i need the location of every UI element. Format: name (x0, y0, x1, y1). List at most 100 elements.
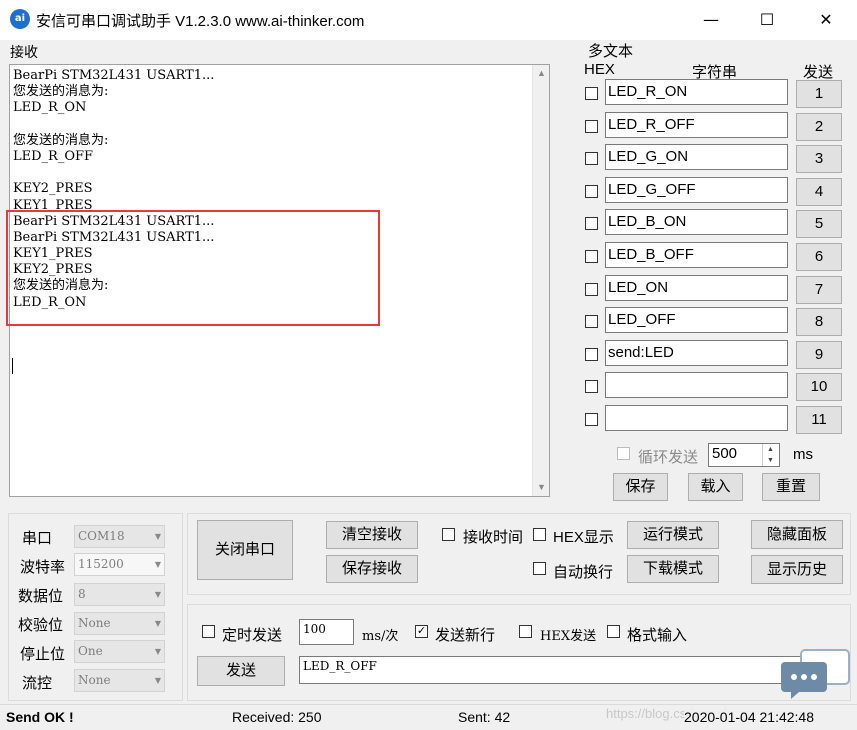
auto-wrap-checkbox[interactable] (533, 562, 546, 575)
received-count: Received: 250 (232, 709, 322, 725)
multi-string-input[interactable]: LED_OFF (605, 307, 788, 334)
scroll-down-icon[interactable]: ▼ (533, 479, 550, 496)
scroll-up-icon[interactable]: ▲ (533, 65, 550, 82)
download-mode-button[interactable]: 下载模式 (627, 555, 719, 583)
reset-multi-button[interactable]: 重置 (762, 473, 820, 501)
parity-label: 校验位 (18, 617, 64, 634)
send-row-button[interactable]: 10 (796, 373, 842, 402)
multi-string-input[interactable]: send:LED (605, 339, 788, 366)
data-bits-select[interactable]: 8 ▼ (74, 583, 165, 606)
send-row-button[interactable]: 1 (796, 80, 842, 108)
parity-select[interactable]: None ▼ (74, 612, 165, 635)
receive-line (13, 117, 214, 133)
timed-interval-input[interactable]: 100 (299, 619, 354, 645)
maximize-icon[interactable]: ☐ (744, 0, 790, 40)
receive-line: 您发送的消息为: (13, 84, 109, 100)
show-history-button[interactable]: 显示历史 (751, 555, 843, 584)
minimize-icon[interactable]: — (688, 0, 734, 40)
multi-string-input[interactable]: LED_B_OFF (605, 242, 788, 268)
close-icon[interactable]: ✕ (803, 0, 849, 40)
send-group (187, 604, 851, 701)
hex-column-header: HEX (584, 61, 615, 78)
multi-string-input[interactable]: LED_R_OFF (605, 111, 788, 138)
hex-row-checkbox[interactable] (585, 87, 598, 100)
receive-scrollbar[interactable]: ▲ ▼ (532, 65, 549, 496)
send-button[interactable]: 发送 (197, 656, 285, 686)
send-column-header: 发送 (803, 64, 834, 81)
hex-row-checkbox[interactable] (585, 217, 598, 231)
sent-count: Sent: 42 (458, 709, 511, 725)
format-input-checkbox[interactable] (607, 625, 620, 638)
send-row-button[interactable]: 3 (796, 145, 842, 174)
close-port-button[interactable]: 关闭串口 (197, 520, 293, 580)
hex-display-label: HEX显示 (553, 529, 614, 546)
save-receive-button[interactable]: 保存接收 (326, 555, 418, 583)
status-datetime: 2020-01-04 21:42:48 (684, 709, 814, 725)
receive-line: KEY2_PRES (13, 181, 93, 197)
hex-row-checkbox[interactable] (585, 315, 598, 329)
load-multi-button[interactable]: 载入 (688, 473, 743, 501)
send-row-button[interactable]: 4 (796, 177, 842, 206)
multi-string-input[interactable]: LED_G_OFF (605, 176, 788, 203)
hex-row-checkbox[interactable] (585, 152, 598, 166)
interval-unit-label: ms/次 (362, 629, 399, 644)
loop-unit-label: ms (793, 446, 813, 463)
multi-string-input[interactable]: LED_G_ON (605, 144, 788, 171)
hex-send-checkbox[interactable] (519, 625, 532, 638)
multi-string-input[interactable] (605, 372, 788, 399)
send-row-button[interactable]: 8 (796, 308, 842, 337)
loop-interval-spinner[interactable]: ▲ ▼ (762, 444, 778, 466)
send-text-input[interactable]: LED_R_OFF (299, 656, 839, 684)
multi-string-input[interactable] (605, 405, 788, 431)
receive-time-checkbox[interactable] (442, 528, 455, 541)
hex-row-checkbox[interactable] (585, 184, 598, 198)
hex-row-checkbox[interactable] (585, 380, 598, 394)
run-mode-button[interactable]: 运行模式 (627, 521, 719, 549)
send-row-button[interactable]: 6 (796, 243, 842, 271)
window-title: 安信可串口调试助手 V1.2.3.0 www.ai-thinker.com (36, 13, 365, 30)
hide-panel-button[interactable]: 隐藏面板 (751, 520, 843, 549)
timed-send-label: 定时发送 (222, 627, 283, 644)
loop-send-checkbox[interactable] (617, 447, 630, 460)
multi-text-title: 多文本 (588, 43, 634, 60)
send-newline-checkbox[interactable]: ✓ (415, 625, 428, 638)
receive-line: BearPi STM32L431 USART1... (13, 68, 215, 83)
chat-bubble-icon[interactable] (779, 648, 851, 700)
hex-row-checkbox[interactable] (585, 282, 598, 296)
hex-row-checkbox[interactable] (585, 347, 598, 361)
hex-display-checkbox[interactable] (533, 528, 546, 541)
flow-control-label: 流控 (22, 675, 53, 692)
hex-row-checkbox[interactable] (585, 119, 598, 133)
text-cursor (12, 358, 13, 374)
receive-line: LED_R_OFF (13, 148, 94, 164)
multi-string-input[interactable]: LED_ON (605, 274, 788, 301)
port-select[interactable]: COM18 ▼ (74, 525, 165, 548)
save-multi-button[interactable]: 保存 (613, 473, 668, 501)
multi-string-input[interactable]: LED_B_ON (605, 209, 788, 236)
format-input-label: 格式输入 (627, 627, 688, 644)
receive-label: 接收 (10, 44, 38, 60)
timed-send-checkbox[interactable] (202, 625, 215, 638)
send-row-button[interactable]: 7 (796, 275, 842, 304)
stop-bits-select[interactable]: One ▼ (74, 640, 165, 663)
auto-wrap-label: 自动换行 (553, 564, 614, 581)
send-row-button[interactable]: 2 (796, 112, 842, 141)
app-icon: ai (10, 9, 30, 29)
port-label: 串口 (22, 530, 53, 547)
hex-row-checkbox[interactable] (585, 413, 598, 426)
multi-string-input[interactable]: LED_R_ON (605, 79, 788, 105)
receive-time-label: 接收时间 (463, 529, 524, 546)
data-bits-label: 数据位 (18, 588, 64, 605)
receive-line (13, 165, 214, 181)
send-row-button[interactable]: 11 (796, 406, 842, 434)
flow-control-select[interactable]: None ▼ (74, 669, 165, 692)
send-row-button[interactable]: 5 (796, 210, 842, 239)
hex-row-checkbox[interactable] (585, 250, 598, 263)
stop-bits-label: 停止位 (20, 646, 66, 663)
clear-receive-button[interactable]: 清空接收 (326, 521, 418, 549)
hex-send-label: HEX发送 (540, 629, 597, 644)
send-row-button[interactable]: 9 (796, 340, 842, 369)
send-newline-label: 发送新行 (435, 627, 496, 644)
loop-send-label: 循环发送 (638, 449, 699, 466)
baud-select[interactable]: 115200 ▼ (74, 553, 165, 576)
